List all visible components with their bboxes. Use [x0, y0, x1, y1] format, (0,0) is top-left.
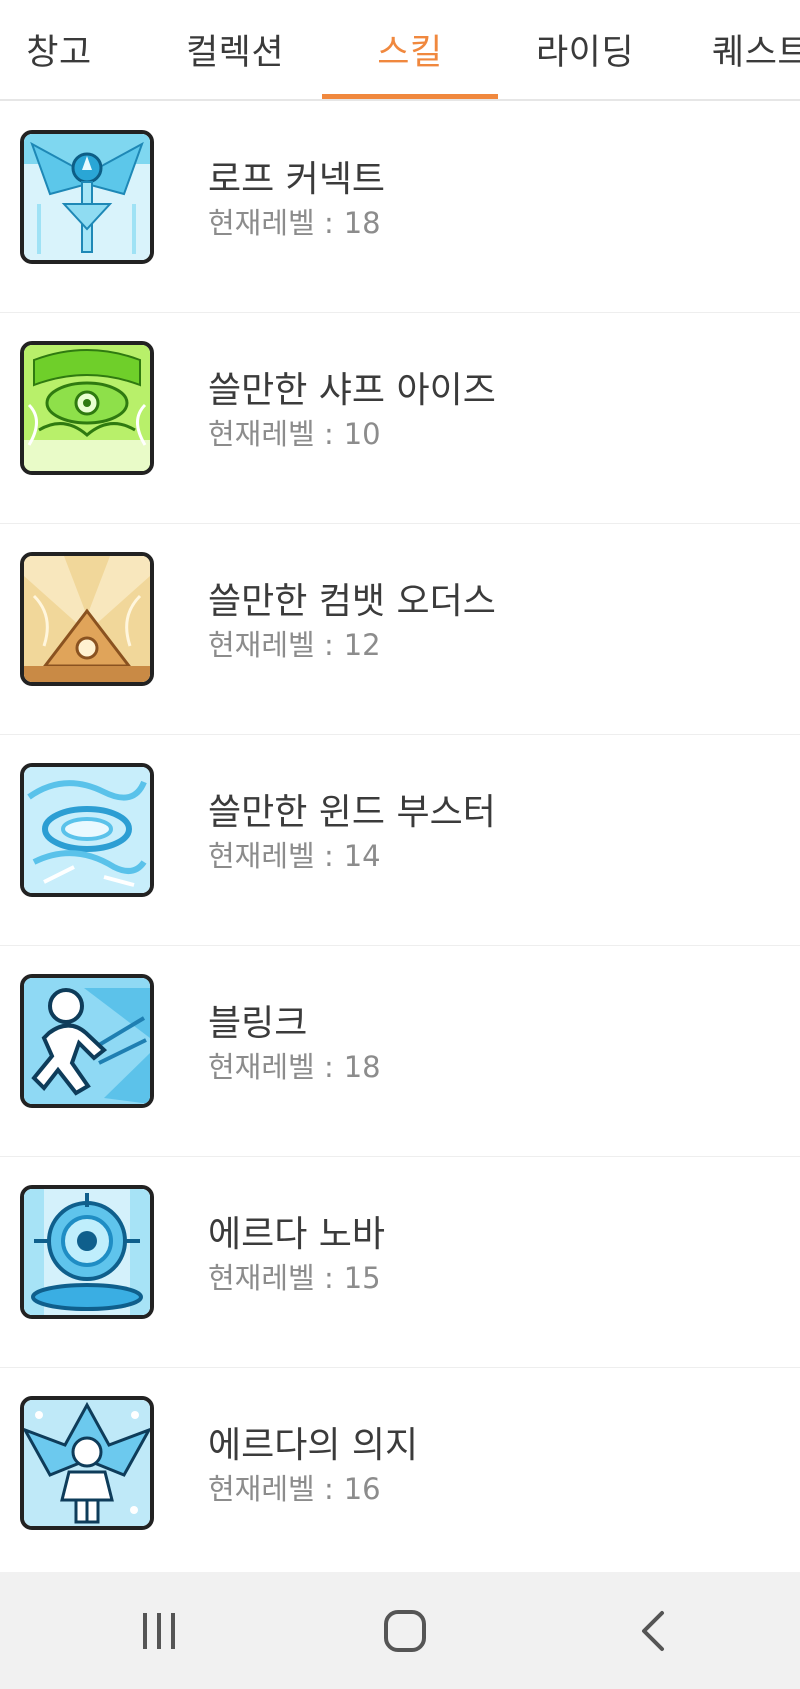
skill-level-label: 현재레벨 :: [208, 839, 334, 873]
wind-booster-skill-icon: [20, 763, 154, 897]
back-icon: [642, 1611, 664, 1651]
skill-level: 현재레벨 : 15: [208, 1255, 381, 1297]
tab-collection[interactable]: 컬렉션: [150, 0, 320, 99]
back-button[interactable]: [598, 1596, 708, 1666]
skill-level-value: 18: [343, 206, 381, 240]
skill-level: 현재레벨 : 16: [208, 1466, 381, 1508]
skill-level-value: 12: [343, 628, 381, 662]
skill-name: 에르다 노바: [208, 1214, 386, 1255]
home-button[interactable]: [350, 1596, 460, 1666]
skill-name: 쓸만한 컴뱃 오더스: [208, 581, 496, 622]
skill-level-label: 현재레벨 :: [208, 1050, 334, 1084]
skill-level-value: 15: [343, 1261, 381, 1295]
erda-nova-skill-icon: [20, 1185, 154, 1319]
active-tab-indicator: [322, 94, 498, 99]
skill-level: 현재레벨 : 14: [208, 833, 381, 875]
skill-level-label: 현재레벨 :: [208, 206, 334, 240]
skill-row-erda-nova[interactable]: 에르다 노바 현재레벨 : 15: [0, 1157, 800, 1368]
skill-row-wind-booster[interactable]: 쓸만한 윈드 부스터 현재레벨 : 14: [0, 735, 800, 946]
skill-row-rope-connect[interactable]: 로프 커넥트 현재레벨 : 18: [0, 102, 800, 313]
tab-skill[interactable]: 스킬: [322, 0, 498, 99]
skill-name: 에르다의 의지: [208, 1425, 419, 1466]
skill-name: 블링크: [208, 1003, 308, 1044]
skill-row-sharp-eyes[interactable]: 쓸만한 샤프 아이즈 현재레벨 : 10: [0, 313, 800, 524]
skill-level: 현재레벨 : 18: [208, 200, 381, 242]
skill-level: 현재레벨 : 18: [208, 1044, 381, 1086]
tab-quest[interactable]: 퀘스트: [672, 0, 800, 99]
tab-bar: 창고 컬렉션 스킬 라이딩 퀘스트: [0, 0, 800, 101]
skill-level-label: 현재레벨 :: [208, 628, 334, 662]
erda-will-skill-icon: [20, 1396, 154, 1530]
home-icon: [384, 1610, 426, 1652]
sharp-eyes-skill-icon: [20, 341, 154, 475]
blink-skill-icon: [20, 974, 154, 1108]
skill-row-erda-will[interactable]: 에르다의 의지 현재레벨 : 16: [0, 1368, 800, 1579]
skill-level-value: 16: [343, 1472, 381, 1506]
skill-row-combat-orders[interactable]: 쓸만한 컴뱃 오더스 현재레벨 : 12: [0, 524, 800, 735]
skill-name: 쓸만한 샤프 아이즈: [208, 370, 496, 411]
tab-riding[interactable]: 라이딩: [500, 0, 670, 99]
skill-level-label: 현재레벨 :: [208, 417, 334, 451]
skill-level-label: 현재레벨 :: [208, 1261, 334, 1295]
recent-apps-button[interactable]: [104, 1596, 214, 1666]
skill-level-value: 18: [343, 1050, 381, 1084]
skill-level-value: 10: [343, 417, 381, 451]
skill-list: 로프 커넥트 현재레벨 :18 쓸만한 샤프 아이즈 현재레벨: 10 쓸만한…: [0, 102, 800, 1579]
skill-page: 창고 컬렉션 스킬 라이딩 퀘스트 로프: [0, 0, 800, 1689]
skill-level: 현재레벨 : 12: [208, 622, 381, 664]
skill-level-label: 현재레벨 :: [208, 1472, 334, 1506]
recent-apps-icon: [143, 1613, 175, 1649]
rope-connect-skill-icon: [20, 130, 154, 264]
combat-orders-skill-icon: [20, 552, 154, 686]
skill-level-value: 14: [343, 839, 381, 873]
skill-name: 로프 커넥트: [208, 159, 386, 200]
system-navigation-bar: [0, 1572, 800, 1689]
tab-storage[interactable]: 창고: [0, 0, 118, 99]
skill-row-blink[interactable]: 블링크 현재레벨 : 18: [0, 946, 800, 1157]
skill-name: 쓸만한 윈드 부스터: [208, 792, 496, 833]
skill-level: 현재레벨 : 10: [208, 411, 381, 453]
